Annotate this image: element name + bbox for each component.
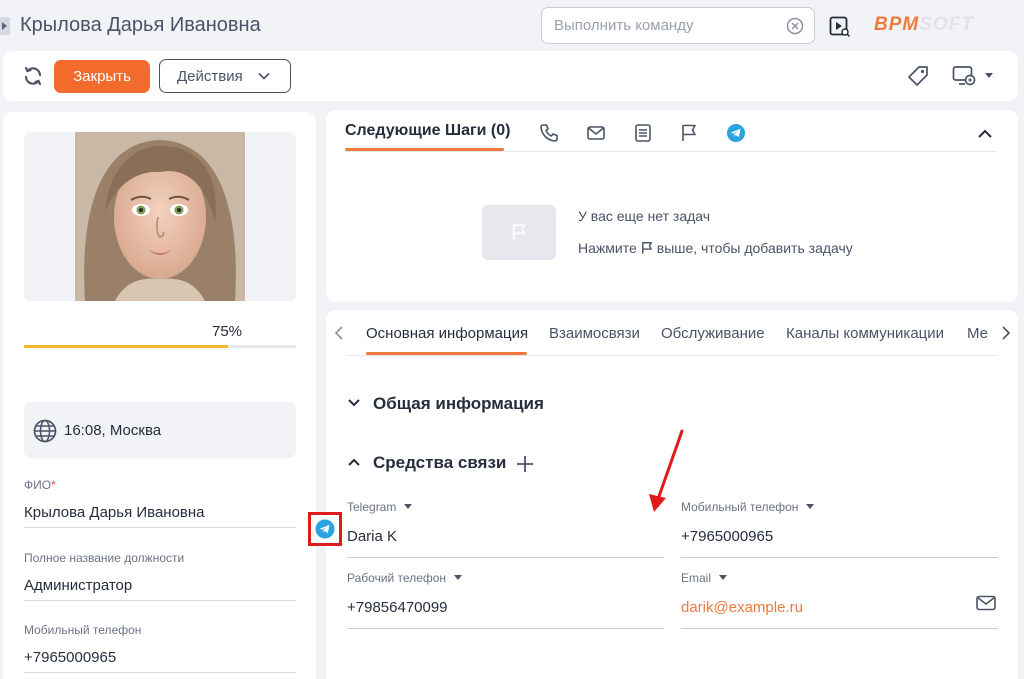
phone-icon[interactable] — [539, 123, 559, 143]
clear-icon[interactable] — [786, 17, 804, 35]
command-input[interactable] — [554, 17, 774, 34]
add-icon[interactable] — [516, 455, 534, 473]
close-button[interactable]: Закрыть — [54, 60, 150, 93]
mobile-phone-field[interactable]: Мобильный телефон +7965000965 — [681, 500, 998, 558]
email-field[interactable]: Email darik@example.ru — [681, 571, 998, 629]
full-name-label: ФИО* — [24, 478, 56, 492]
chevron-right-icon[interactable] — [1001, 326, 1011, 340]
required-marker: * — [51, 478, 56, 492]
main-info-panel: Основная информация Взаимосвязи Обслужив… — [326, 310, 1018, 679]
refresh-icon[interactable] — [21, 64, 45, 88]
telegram-icon — [315, 519, 335, 539]
contact-photo — [75, 132, 245, 301]
tab-main-info[interactable]: Основная информация — [366, 325, 528, 342]
communication-group[interactable]: Средства связи — [347, 453, 506, 473]
full-name-field[interactable]: ФИО* Крылова Дарья Ивановна — [24, 478, 296, 528]
mobile-phone-field-left[interactable]: Мобильный телефон +7965000965 — [24, 623, 296, 673]
photo-container[interactable] — [24, 132, 296, 301]
job-title-value[interactable]: Администратор — [24, 577, 296, 600]
actions-button[interactable]: Действия — [159, 59, 291, 93]
chevron-left-icon[interactable] — [334, 326, 344, 340]
tag-icon[interactable] — [907, 65, 929, 87]
empty-tasks-text: У вас еще нет задач — [578, 208, 711, 224]
divider — [347, 355, 997, 356]
general-info-group[interactable]: Общая информация — [347, 394, 544, 414]
back-arrow-icon[interactable] — [0, 17, 10, 35]
local-time-card: 16:08, Москва — [24, 402, 296, 458]
mobile-phone-label-left: Мобильный телефон — [24, 623, 142, 637]
email-label[interactable]: Email — [681, 571, 998, 585]
job-title-field[interactable]: Полное название должности Администратор — [24, 551, 296, 601]
empty-tasks-icon — [482, 205, 556, 260]
bpmsoft-logo: BPMSOFT — [874, 14, 974, 35]
full-name-value[interactable]: Крылова Дарья Ивановна — [24, 504, 296, 527]
job-title-label: Полное название должности — [24, 551, 185, 565]
globe-icon — [33, 419, 57, 443]
tab-channels[interactable]: Каналы коммуникации — [786, 325, 944, 342]
page-title: Крылова Дарья Ивановна — [20, 14, 261, 36]
tab-more[interactable]: Ме — [967, 325, 991, 342]
telegram-field[interactable]: Telegram Daria K — [347, 500, 664, 558]
video-help-icon[interactable] — [829, 16, 851, 38]
header: Крылова Дарья Ивановна BPMSOFT — [0, 0, 1024, 52]
flag-icon[interactable] — [679, 123, 699, 143]
email-value[interactable]: darik@example.ru — [681, 599, 998, 628]
caret-icon — [806, 504, 815, 509]
mobile-phone-value-left[interactable]: +7965000965 — [24, 649, 296, 672]
work-phone-label[interactable]: Рабочий телефон — [347, 571, 664, 585]
chevron-up-icon — [348, 458, 360, 466]
actions-label: Действия — [177, 67, 243, 85]
telegram-icon[interactable] — [726, 123, 746, 143]
telegram-value[interactable]: Daria K — [347, 528, 664, 557]
next-steps-title[interactable]: Следующие Шаги (0) — [345, 122, 510, 140]
tab-relations[interactable]: Взаимосвязи — [549, 325, 640, 342]
chevron-down-icon — [348, 399, 360, 407]
telegram-open-chat-button[interactable] — [308, 512, 342, 546]
profile-completeness-fill — [24, 345, 228, 348]
profile-completeness-bar — [24, 345, 296, 348]
telegram-label[interactable]: Telegram — [347, 500, 664, 514]
profile-panel: 75% 16:08, Москва ФИО* Крылова Дарья Ива… — [3, 112, 316, 679]
next-steps-panel: Следующие Шаги (0) У вас еще нет задач Н… — [326, 110, 1018, 302]
view-settings-icon[interactable] — [952, 65, 978, 87]
work-phone-value[interactable]: +79856470099 — [347, 599, 664, 628]
settings-caret-icon[interactable] — [985, 73, 993, 78]
caret-icon — [454, 575, 463, 580]
flag-icon-inline — [641, 242, 652, 254]
profile-completeness-label: 75% — [212, 323, 243, 340]
caret-icon — [404, 504, 413, 509]
send-email-icon[interactable] — [976, 595, 996, 611]
chevron-up-icon[interactable] — [977, 128, 993, 140]
email-icon[interactable] — [586, 123, 606, 143]
chevron-down-icon — [258, 72, 270, 80]
work-phone-field[interactable]: Рабочий телефон +79856470099 — [347, 571, 664, 629]
document-icon[interactable] — [633, 123, 653, 143]
caret-icon — [719, 575, 728, 580]
empty-tasks-hint: Нажмите выше, чтобы добавить задачу — [578, 240, 853, 256]
mobile-phone-value[interactable]: +7965000965 — [681, 528, 998, 557]
divider — [345, 151, 997, 152]
local-time-text: 16:08, Москва — [64, 422, 162, 439]
tab-service[interactable]: Обслуживание — [661, 325, 765, 342]
action-toolbar: Закрыть Действия — [3, 51, 1018, 101]
command-search[interactable] — [541, 7, 815, 44]
mobile-phone-label[interactable]: Мобильный телефон — [681, 500, 998, 514]
